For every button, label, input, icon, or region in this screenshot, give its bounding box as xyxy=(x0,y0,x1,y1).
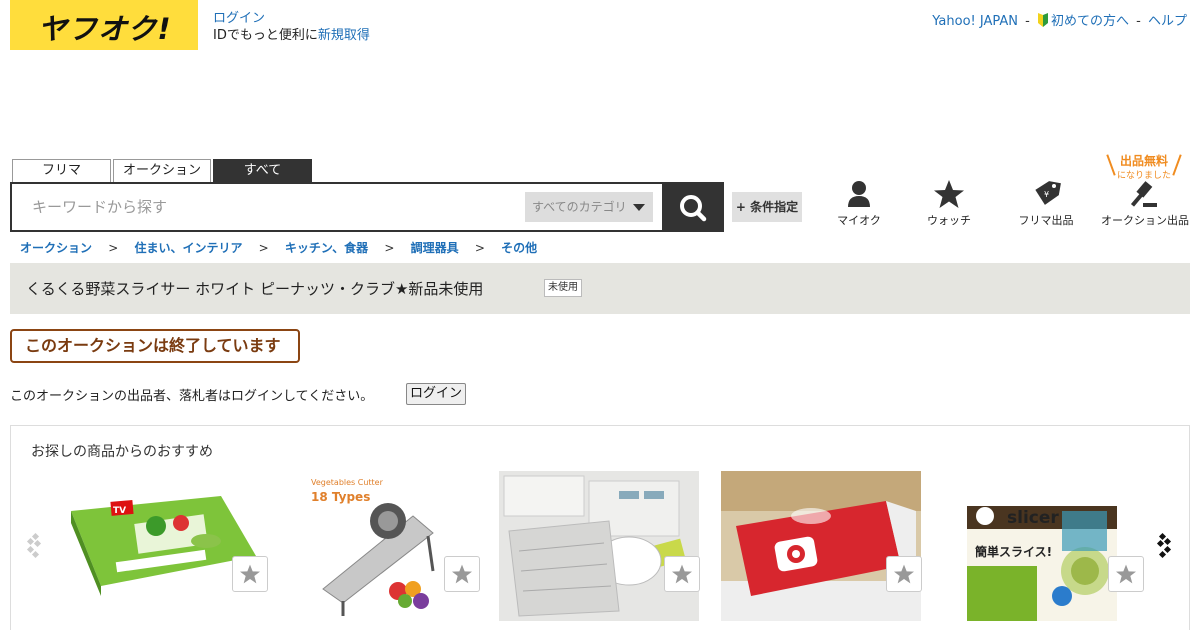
person-icon xyxy=(848,181,870,207)
product-image: Vegetables Cutter 18 Types xyxy=(303,471,453,621)
auction-ended-notice: このオークションは終了しています xyxy=(10,329,300,363)
category-select[interactable]: すべてのカテゴリ xyxy=(525,192,653,222)
star-icon xyxy=(452,564,472,584)
svg-text:¥: ¥ xyxy=(1044,190,1049,199)
product-logo-text: TV xyxy=(113,506,126,516)
breadcrumb-kitchen[interactable]: キッチン、食器 xyxy=(285,241,368,255)
login-area: ログイン IDでもっと便利に新規取得 xyxy=(213,10,370,44)
login-message: このオークションの出品者、落札者はログインしてください。 xyxy=(10,389,374,404)
next-arrow-icon[interactable] xyxy=(1154,531,1176,561)
watch-star-button[interactable] xyxy=(664,556,700,592)
product-image xyxy=(721,471,921,621)
flea-listing-label: フリマ出品 xyxy=(1018,214,1074,227)
product-card[interactable] xyxy=(721,471,922,621)
product-sublabel: 18 Types xyxy=(311,490,370,504)
top-links: Yahoo! JAPAN - 初めての方へ - ヘルプ xyxy=(932,10,1187,29)
id-prompt: IDでもっと便利に xyxy=(213,28,318,43)
login-link[interactable]: ログイン xyxy=(213,10,370,27)
star-icon xyxy=(934,180,964,208)
watch-star-button[interactable] xyxy=(1108,556,1144,592)
tab-flea[interactable]: フリマ xyxy=(12,159,111,183)
product-label: Vegetables Cutter xyxy=(311,478,384,487)
separator: - xyxy=(1025,14,1030,29)
signup-link[interactable]: 新規取得 xyxy=(318,28,370,43)
breadcrumb-cookware[interactable]: 調理器具 xyxy=(411,241,459,255)
search-tabs: フリマ オークション すべて xyxy=(12,159,314,183)
breadcrumb-separator: > xyxy=(474,241,485,255)
my-auction-nav[interactable]: マイオク xyxy=(814,180,904,228)
yahoo-japan-link[interactable]: Yahoo! JAPAN xyxy=(932,14,1018,29)
search-icon xyxy=(680,195,707,222)
watch-star-button[interactable] xyxy=(886,556,922,592)
prev-arrow-icon[interactable] xyxy=(25,531,47,561)
condition-button[interactable]: + 条件指定 xyxy=(732,192,802,222)
product-card[interactable] xyxy=(499,471,700,621)
star-icon xyxy=(240,564,260,584)
breadcrumb-separator: > xyxy=(108,241,119,255)
beginner-mark-icon xyxy=(1037,13,1048,27)
recommend-panel: お探しの商品からのおすすめ TV Vegetables Cutter 18 Ty… xyxy=(10,425,1190,630)
price-tag-icon: ¥ xyxy=(1035,181,1061,205)
star-icon xyxy=(672,564,692,584)
category-label: すべてのカテゴリ xyxy=(532,200,627,214)
auction-listing-label: オークション出品 xyxy=(1101,214,1189,227)
product-image: slicer 簡単スライス! xyxy=(967,471,1117,621)
star-icon xyxy=(894,564,914,584)
recommend-title: お探しの商品からのおすすめ xyxy=(31,444,213,460)
search-input[interactable] xyxy=(20,192,520,222)
watch-label: ウォッチ xyxy=(927,214,971,227)
watch-star-button[interactable] xyxy=(444,556,480,592)
first-time-link[interactable]: 初めての方へ xyxy=(1051,14,1129,29)
condition-badge: 未使用 xyxy=(544,279,582,297)
breadcrumb-separator: > xyxy=(384,241,395,255)
watch-nav[interactable]: ウォッチ xyxy=(904,180,994,228)
logo-text: ヤフオク! xyxy=(38,12,172,46)
auction-listing-nav[interactable]: オークション出品 xyxy=(1099,180,1191,228)
breadcrumb-interior[interactable]: 住まい、インテリア xyxy=(134,241,242,255)
product-card[interactable]: TV xyxy=(61,471,268,621)
product-sublabel: 簡単スライス! xyxy=(975,544,1052,559)
my-auction-label: マイオク xyxy=(837,214,881,227)
yahuoku-logo[interactable]: ヤフオク! xyxy=(10,0,198,50)
item-title: くるくる野菜スライサー ホワイト ピーナッツ・クラブ★新品未使用 xyxy=(26,280,484,298)
search-box: すべてのカテゴリ xyxy=(10,182,724,232)
tab-auction[interactable]: オークション xyxy=(113,159,211,183)
product-image xyxy=(499,471,699,621)
watch-star-button[interactable] xyxy=(232,556,268,592)
item-title-bar: くるくる野菜スライサー ホワイト ピーナッツ・クラブ★新品未使用 未使用 xyxy=(10,263,1190,314)
free-badge-line1: 出品無料 xyxy=(1119,154,1168,168)
gavel-icon xyxy=(1131,181,1157,207)
login-button[interactable]: ログイン xyxy=(406,383,466,405)
breadcrumb-separator: > xyxy=(258,241,269,255)
breadcrumb: オークション > 住まい、インテリア > キッチン、食器 > 調理器具 > その… xyxy=(20,239,537,256)
product-card[interactable]: slicer 簡単スライス! xyxy=(967,471,1144,621)
product-image: TV xyxy=(61,471,261,621)
tab-all[interactable]: すべて xyxy=(213,159,312,183)
caret-down-icon xyxy=(633,204,645,211)
breadcrumb-auction[interactable]: オークション xyxy=(20,241,92,255)
flea-listing-nav[interactable]: ¥ フリマ出品 xyxy=(1001,180,1091,228)
star-icon xyxy=(1116,564,1136,584)
separator: - xyxy=(1136,14,1141,29)
product-label: slicer xyxy=(1007,508,1059,528)
breadcrumb-other[interactable]: その他 xyxy=(501,241,537,255)
free-listing-badge: 出品無料 になりました xyxy=(1104,152,1184,181)
help-link[interactable]: ヘルプ xyxy=(1148,14,1187,29)
product-card[interactable]: Vegetables Cutter 18 Types xyxy=(303,471,480,621)
search-button[interactable] xyxy=(662,182,724,232)
